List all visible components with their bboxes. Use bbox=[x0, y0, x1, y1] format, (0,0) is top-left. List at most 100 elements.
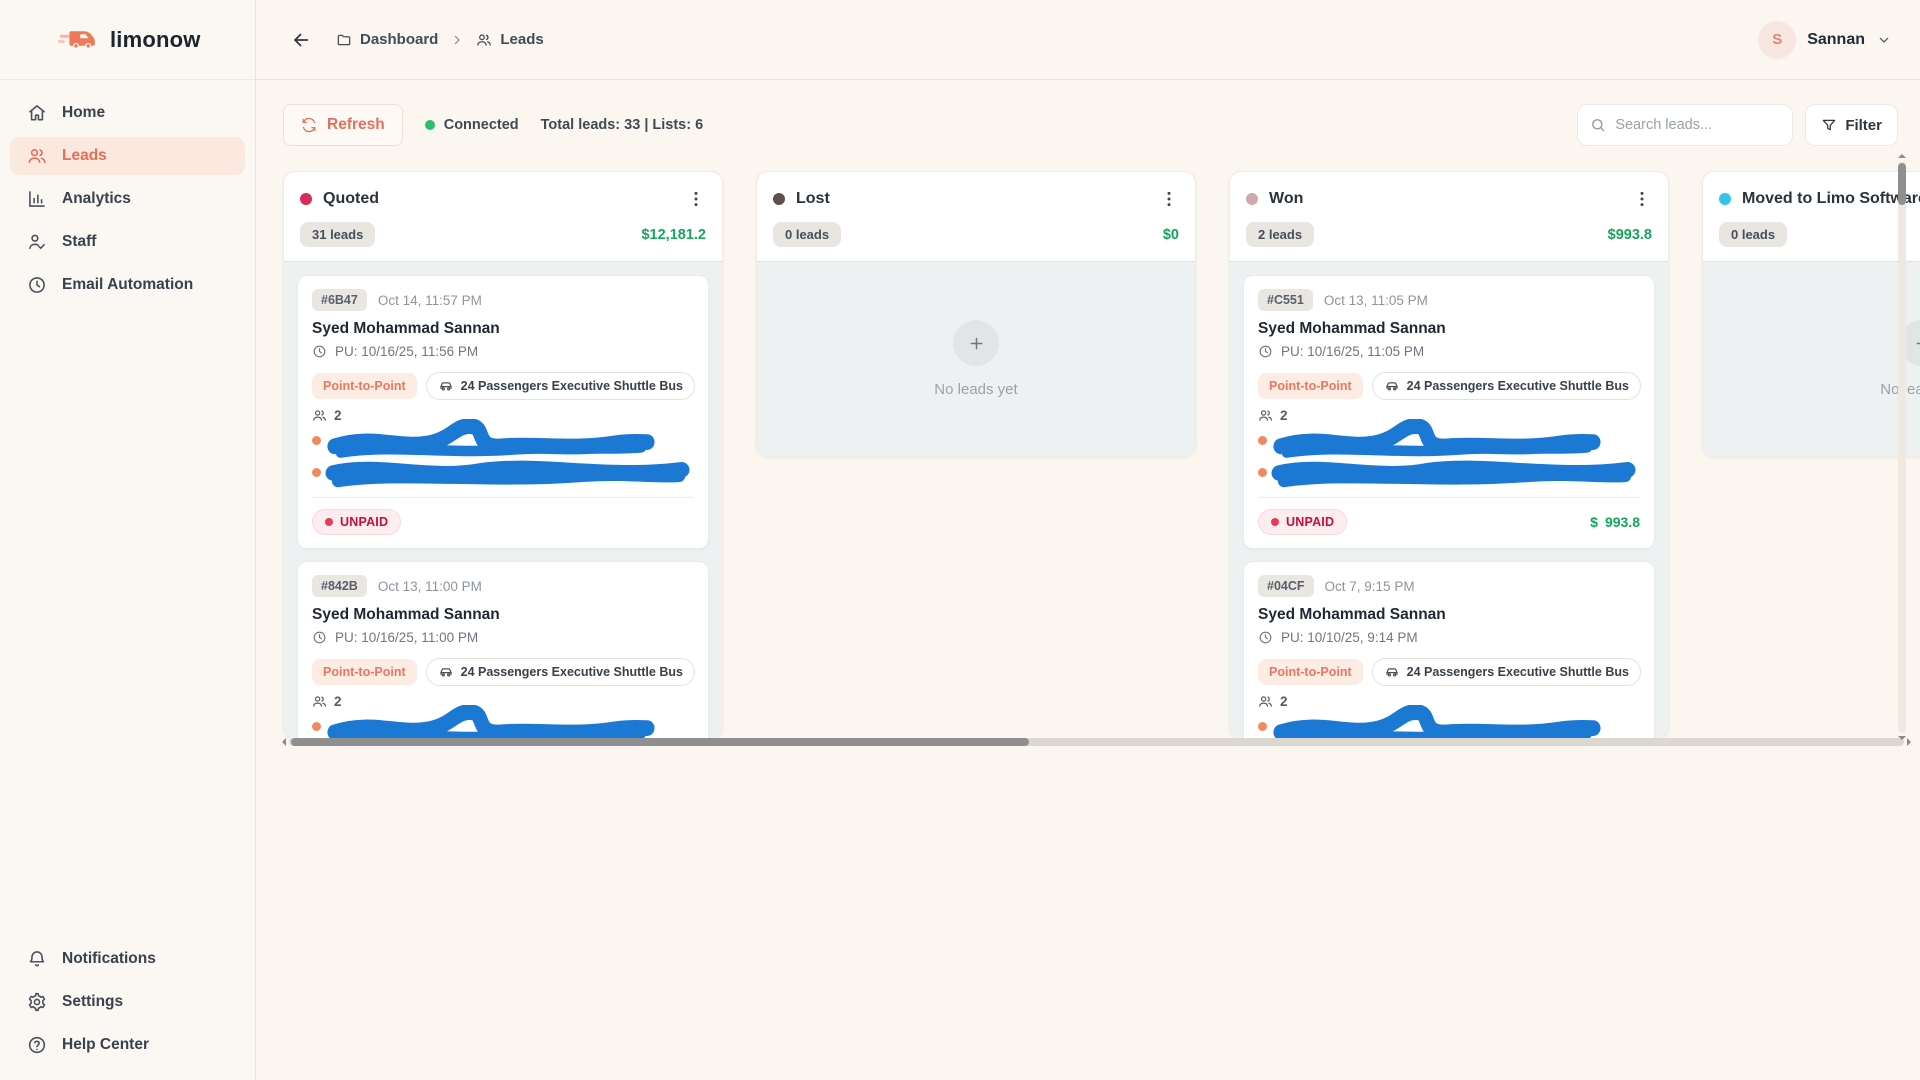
address-stop-dot bbox=[1258, 722, 1267, 731]
staff-icon bbox=[27, 232, 47, 252]
lead-customer-name: Syed Mohammad Sannan bbox=[1258, 320, 1640, 338]
address-row bbox=[1258, 711, 1640, 738]
lead-card[interactable]: #6B47Oct 14, 11:57 PMSyed Mohammad Sanna… bbox=[297, 275, 709, 549]
plus-icon bbox=[967, 334, 986, 353]
column-title: Lost bbox=[796, 190, 1148, 208]
car-icon bbox=[1384, 664, 1400, 680]
scroll-up-arrow[interactable] bbox=[1898, 150, 1906, 158]
limo-van-icon bbox=[58, 26, 100, 54]
address-row: MI bbox=[312, 711, 694, 738]
column-header: Moved to Limo Software0 leads bbox=[1703, 172, 1920, 261]
lead-pickup-time: PU: 10/16/25, 11:00 PM bbox=[312, 630, 694, 645]
breadcrumb-item-dashboard[interactable]: Dashboard bbox=[336, 31, 438, 48]
vehicle-tag-label: 24 Passengers Executive Shuttle Bus bbox=[1407, 665, 1629, 679]
filter-button[interactable]: Filter bbox=[1805, 104, 1898, 146]
lead-card[interactable]: #842BOct 13, 11:00 PMSyed Mohammad Sanna… bbox=[297, 561, 709, 738]
sidebar: limonow Home Leads Analytics Staff Email Aut… bbox=[0, 0, 256, 1080]
sidebar-item-email-automation[interactable]: Email Automation bbox=[10, 266, 245, 304]
chevron-down-icon bbox=[1876, 32, 1892, 48]
column-title-row: Won bbox=[1246, 189, 1652, 209]
search-input[interactable] bbox=[1615, 117, 1780, 133]
column-menu-kebab-icon[interactable] bbox=[1159, 189, 1179, 209]
leads-icon bbox=[27, 146, 47, 166]
sidebar-item-home[interactable]: Home bbox=[10, 94, 245, 132]
breadcrumb-item-leads[interactable]: Leads bbox=[476, 31, 543, 48]
lead-created-date: Oct 14, 11:57 PM bbox=[378, 293, 482, 308]
vehicle-tag: 24 Passengers Executive Shuttle Bus bbox=[426, 372, 695, 400]
vehicle-tag-label: 24 Passengers Executive Shuttle Bus bbox=[461, 379, 683, 393]
address-row: USA bbox=[312, 457, 694, 487]
connection-status-label: Connected bbox=[444, 117, 519, 133]
address-stop-dot bbox=[312, 436, 321, 445]
column-menu-kebab-icon[interactable] bbox=[1632, 189, 1652, 209]
column-title-row: Lost bbox=[773, 189, 1179, 209]
analytics-icon bbox=[27, 189, 47, 209]
sidebar-item-help-center[interactable]: Help Center bbox=[10, 1026, 245, 1064]
payment-status-badge: UNPAID bbox=[312, 509, 401, 535]
user-name: Sannan bbox=[1807, 31, 1865, 49]
sidebar-item-notifications[interactable]: Notifications bbox=[10, 940, 245, 978]
scroll-down-arrow[interactable] bbox=[1898, 736, 1906, 744]
sidebar-spacer bbox=[0, 314, 255, 926]
breadcrumb-label: Leads bbox=[500, 31, 543, 48]
refresh-button[interactable]: Refresh bbox=[283, 104, 403, 146]
vertical-scroll-thumb[interactable] bbox=[1898, 163, 1906, 205]
sidebar-item-label: Leads bbox=[62, 147, 107, 165]
column-lead-count: 2 leads bbox=[1246, 222, 1314, 247]
lead-card-top-row: #C551Oct 13, 11:05 PM bbox=[1258, 289, 1640, 311]
user-menu[interactable]: S Sannan bbox=[1758, 21, 1892, 59]
lead-created-date: Oct 7, 9:15 PM bbox=[1325, 579, 1415, 594]
leads-toolbar: Refresh Connected Total leads: 33 | List… bbox=[283, 104, 1920, 146]
connection-status: Connected bbox=[425, 117, 519, 133]
sidebar-item-analytics[interactable]: Analytics bbox=[10, 180, 245, 218]
refresh-label: Refresh bbox=[327, 116, 385, 134]
kanban-column-moved-to-limo-software: Moved to Limo Software0 leadsNo leads ye… bbox=[1702, 171, 1920, 457]
search-icon bbox=[1590, 117, 1606, 133]
column-body: No leads yet bbox=[1703, 261, 1920, 456]
trip-type-tag: Point-to-Point bbox=[312, 659, 417, 685]
app-name: limonow bbox=[110, 27, 201, 53]
sidebar-item-leads[interactable]: Leads bbox=[10, 137, 245, 175]
lead-card-top-row: #04CFOct 7, 9:15 PM bbox=[1258, 575, 1640, 597]
payment-status-label: UNPAID bbox=[1286, 515, 1334, 529]
lead-pickup-label: PU: 10/16/25, 11:56 PM bbox=[335, 344, 478, 359]
address-row bbox=[1258, 457, 1640, 487]
sidebar-footer-nav: Notifications Settings Help Center bbox=[0, 926, 255, 1080]
column-menu-kebab-icon[interactable] bbox=[686, 189, 706, 209]
column-counts-row: 31 leads$12,181.2 bbox=[300, 222, 706, 247]
chevron-right-icon bbox=[449, 32, 465, 48]
column-total-value: $12,181.2 bbox=[641, 227, 706, 243]
sidebar-item-settings[interactable]: Settings bbox=[10, 983, 245, 1021]
sidebar-item-staff[interactable]: Staff bbox=[10, 223, 245, 261]
add-lead-button[interactable] bbox=[953, 320, 999, 366]
column-status-dot bbox=[773, 193, 785, 205]
scroll-left-arrow[interactable] bbox=[278, 738, 286, 746]
horizontal-scroll-thumb[interactable] bbox=[291, 738, 1029, 746]
column-body: #C551Oct 13, 11:05 PM Syed Mohammad Sanna… bbox=[1230, 261, 1668, 738]
lead-id-badge: #6B47 bbox=[312, 289, 367, 311]
kanban-column-lost: Lost0 leads$0No leads yet bbox=[756, 171, 1196, 457]
redacted-address-scribble bbox=[1275, 457, 1640, 487]
address-stop-dot bbox=[1258, 436, 1267, 445]
back-button[interactable] bbox=[290, 29, 312, 51]
sidebar-item-label: Staff bbox=[62, 233, 96, 251]
lead-card-footer: UNPAID bbox=[312, 497, 694, 535]
lead-card-footer: UNPAID$993.8 bbox=[1258, 497, 1640, 535]
car-icon bbox=[1384, 378, 1400, 394]
lead-pickup-time: PU: 10/16/25, 11:56 PM bbox=[312, 344, 694, 359]
app-logo[interactable]: limonow bbox=[0, 0, 255, 80]
lead-card[interactable]: #C551Oct 13, 11:05 PM Syed Mohammad Sanna… bbox=[1243, 275, 1655, 549]
clock-icon bbox=[312, 344, 327, 359]
vertical-scrollbar[interactable] bbox=[1897, 150, 1907, 744]
payment-status-badge: UNPAID bbox=[1258, 509, 1347, 535]
search-box bbox=[1577, 104, 1793, 146]
clock-icon bbox=[27, 275, 47, 295]
lead-card[interactable]: #04CFOct 7, 9:15 PMSyed Mohammad SannanP… bbox=[1243, 561, 1655, 738]
car-icon bbox=[438, 378, 454, 394]
users-icon bbox=[476, 32, 492, 48]
horizontal-scroll-track[interactable] bbox=[289, 738, 1904, 746]
clock-icon bbox=[312, 630, 327, 645]
scroll-right-arrow[interactable] bbox=[1907, 738, 1915, 746]
payment-status-dot bbox=[325, 518, 333, 526]
vertical-scroll-track[interactable] bbox=[1898, 161, 1906, 733]
